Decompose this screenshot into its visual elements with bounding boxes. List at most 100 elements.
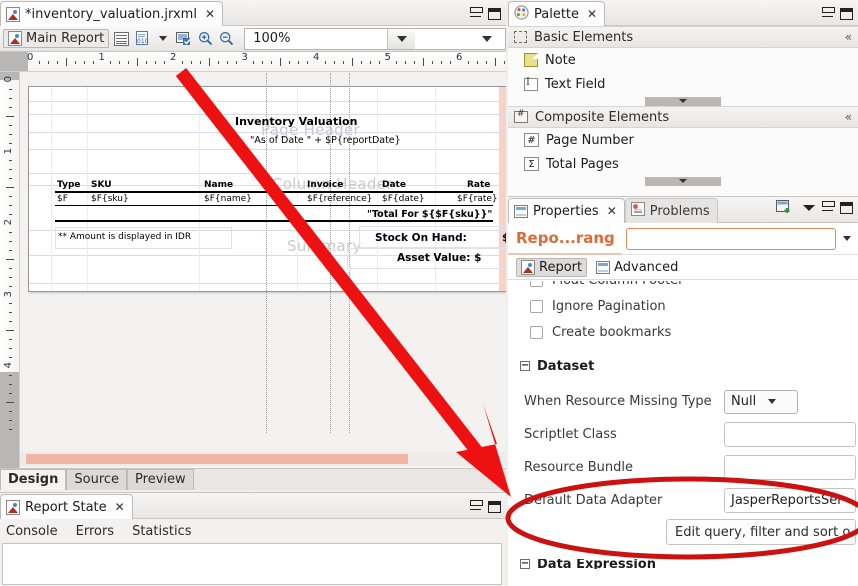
properties-object-combo[interactable] [626, 227, 836, 250]
tab-source[interactable]: Source [66, 469, 128, 490]
detail-type[interactable]: $F [57, 194, 68, 204]
close-icon[interactable]: ✕ [205, 8, 215, 20]
subtab-statistics[interactable]: Statistics [132, 524, 191, 539]
zoom-combo[interactable]: 100% [244, 27, 506, 50]
checkbox-float-column-footer[interactable] [530, 281, 543, 287]
detail-sku[interactable]: $F{sku} [91, 194, 129, 204]
tab-properties[interactable]: Properties ✕ [508, 198, 625, 223]
zoom-out-icon[interactable] [217, 30, 235, 48]
palette-scroll-down-composite[interactable] [508, 176, 858, 186]
minimize-icon[interactable] [822, 201, 835, 211]
subtab-errors[interactable]: Errors [76, 524, 114, 539]
detail-date[interactable]: $F{date} [382, 194, 425, 204]
new-view-icon[interactable] [776, 199, 792, 217]
compile-icon[interactable] [175, 30, 193, 48]
double-chevron-icon[interactable]: « [845, 30, 852, 44]
chevron-down-icon[interactable] [836, 228, 858, 250]
scrollbar-thumb[interactable] [26, 454, 408, 464]
canvas-horizontal-scrollbar[interactable] [20, 452, 506, 466]
double-chevron-icon[interactable]: « [845, 110, 852, 124]
minimize-icon[interactable] [470, 500, 483, 510]
group-total-expression[interactable]: "Total For ${$F{sku}}" [367, 209, 492, 220]
report-state-tab-strip: Report State ✕ [0, 493, 506, 519]
summary-stock-label[interactable]: Stock On Hand: [375, 232, 467, 244]
tab-design[interactable]: Design [0, 469, 67, 490]
zoom-dropdown-icon[interactable] [387, 28, 415, 49]
report-state-icon [6, 499, 20, 515]
subtab-advanced[interactable]: Advanced [592, 259, 682, 276]
detail-rate[interactable]: $F{rate} [457, 194, 498, 204]
checkbox-row-float-column-footer[interactable]: Float Column Footer [508, 281, 858, 293]
subtab-console[interactable]: Console [6, 524, 58, 539]
col-header-rate[interactable]: Rate [467, 180, 490, 190]
maximize-icon[interactable] [840, 202, 853, 214]
design-canvas[interactable]: Page Header Column Header Summary Invent… [20, 72, 506, 468]
toolbar-overflow-icon[interactable] [473, 29, 501, 49]
maximize-icon[interactable] [488, 8, 501, 20]
subtab-report[interactable]: Report [516, 257, 588, 277]
editor-tab-inventory-valuation[interactable]: *inventory_valuation.jrxml ✕ [0, 1, 224, 26]
palette-section-basic-elements[interactable]: Basic Elements « [508, 26, 858, 48]
close-icon[interactable]: ✕ [115, 501, 125, 513]
dataset-icon[interactable]: 010 [133, 30, 151, 48]
palette-section-label: Basic Elements [534, 29, 634, 45]
col-header-invoice[interactable]: Invoice [307, 180, 343, 190]
report-page[interactable]: Page Header Column Header Summary Invent… [28, 73, 506, 433]
maximize-icon[interactable] [840, 8, 853, 20]
sigma-icon: Σ [524, 157, 539, 171]
group-header-dataset[interactable]: − Dataset [508, 353, 858, 379]
minimize-icon[interactable] [470, 7, 483, 17]
select-when-resource-missing-type[interactable]: Null [724, 389, 798, 414]
tab-problems[interactable]: Problems [624, 198, 718, 223]
report-state-output[interactable] [2, 543, 502, 585]
hruler-mark [333, 61, 335, 64]
tab-preview[interactable]: Preview [127, 469, 194, 490]
hruler-tick: 3 [241, 52, 248, 63]
summary-asset-label[interactable]: Asset Value: $ [397, 252, 481, 264]
col-header-type[interactable]: Type [57, 180, 80, 190]
palette-item-page-number[interactable]: # Page Number [508, 128, 858, 152]
checkbox-row-create-bookmarks[interactable]: Create bookmarks [508, 319, 858, 345]
report-title[interactable]: Inventory Valuation [235, 115, 357, 128]
palette-item-note[interactable]: Note [508, 48, 858, 72]
edit-query-button[interactable]: Edit query, filter and sort o [666, 519, 856, 545]
checkbox-ignore-pagination[interactable] [530, 299, 543, 313]
tab-report-state[interactable]: Report State ✕ [0, 494, 133, 519]
col-header-sku[interactable]: SKU [91, 180, 112, 190]
dropdown-icon[interactable] [154, 30, 172, 48]
tab-palette[interactable]: Palette ✕ [508, 1, 606, 26]
report-subtitle[interactable]: "As of Date " + $P{reportDate} [250, 135, 401, 146]
input-scriptlet-class[interactable] [724, 422, 856, 447]
palette-scroll-down-basic[interactable] [508, 96, 858, 106]
palette-section-composite-elements[interactable]: Composite Elements « [508, 106, 858, 128]
detail-invoice[interactable]: $F{reference} [307, 194, 372, 204]
main-report-button[interactable]: Main Report [3, 29, 110, 48]
hruler-mark [485, 61, 487, 64]
hruler-mark [450, 61, 452, 64]
col-header-name[interactable]: Name [204, 180, 233, 190]
footnote-text[interactable]: ** Amount is displayed in IDR [58, 232, 191, 242]
collapse-toggle-icon[interactable]: − [520, 361, 530, 371]
minimize-icon[interactable] [822, 7, 835, 17]
vruler-mark [9, 383, 12, 385]
vruler-mark [9, 303, 12, 305]
input-default-data-adapter[interactable]: JasperReportsSer [724, 488, 856, 513]
zoom-in-icon[interactable] [196, 30, 214, 48]
bands-icon[interactable] [112, 30, 130, 48]
palette-item-text-field[interactable]: Text Field [508, 72, 858, 96]
input-resource-bundle[interactable] [724, 455, 856, 480]
palette-item-total-pages[interactable]: Σ Total Pages [508, 152, 858, 176]
hruler-mark [378, 61, 380, 64]
view-menu-icon[interactable] [803, 205, 815, 211]
maximize-icon[interactable] [488, 501, 501, 513]
summary-stock-value[interactable]: $ [502, 232, 506, 244]
collapse-toggle-icon[interactable]: − [520, 559, 530, 569]
col-header-date[interactable]: Date [382, 180, 406, 190]
svg-text:010: 010 [137, 38, 149, 45]
checkbox-create-bookmarks[interactable] [530, 325, 543, 339]
close-icon[interactable]: ✕ [587, 8, 597, 20]
detail-name[interactable]: $F{name} [204, 194, 252, 204]
group-header-data-expression[interactable]: − Data Expression [508, 559, 858, 569]
close-icon[interactable]: ✕ [607, 205, 617, 217]
checkbox-row-ignore-pagination[interactable]: Ignore Pagination [508, 293, 858, 319]
